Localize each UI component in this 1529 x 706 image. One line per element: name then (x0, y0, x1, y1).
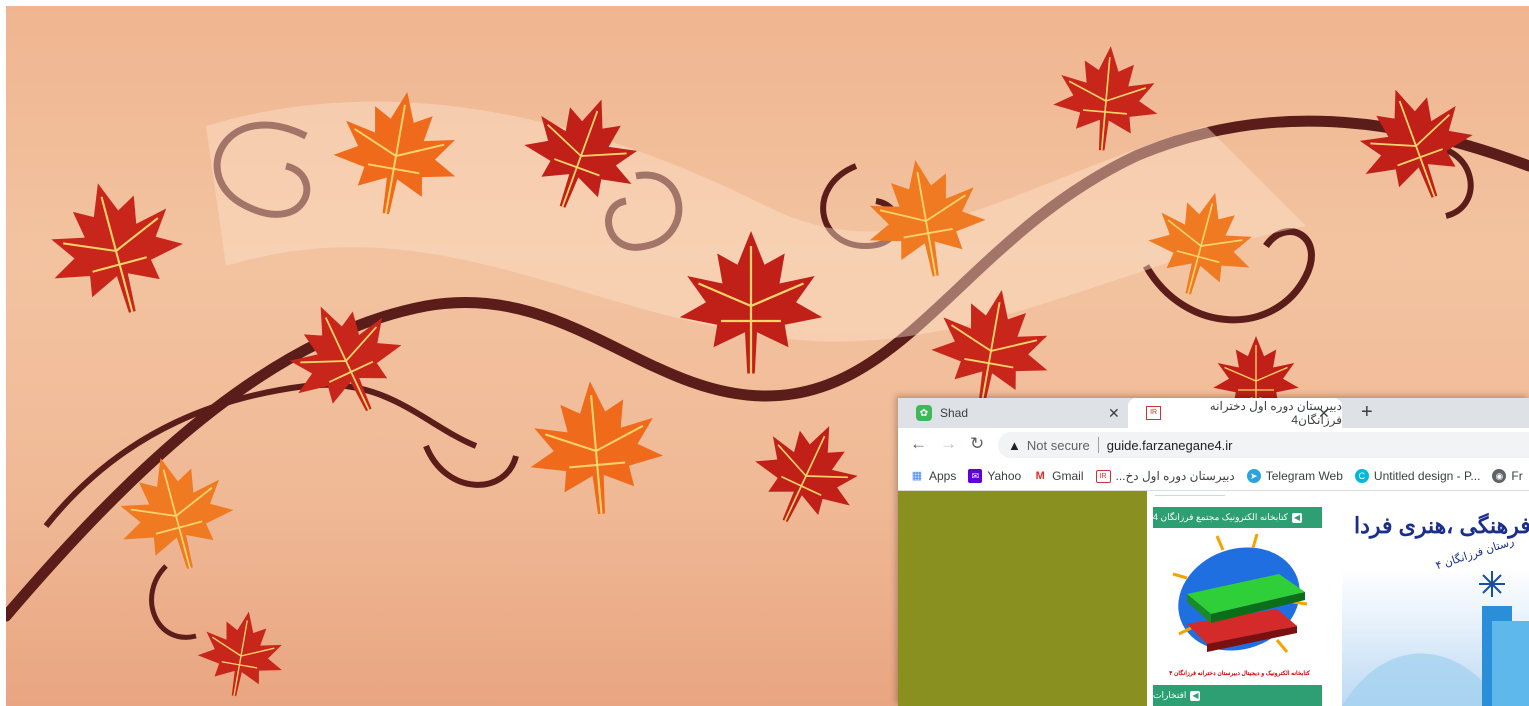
honors-section-header[interactable]: ◀ افتخارات (1153, 685, 1322, 706)
bookmark-apps[interactable]: ▦ Apps (910, 469, 957, 483)
apps-grid-icon: ▦ (911, 470, 923, 482)
bookmark-label: Apps (929, 469, 957, 483)
bookmark-label: Untitled design - P... (1373, 469, 1481, 483)
bookmark-telegram[interactable]: ➤ Telegram Web (1246, 469, 1343, 483)
warning-triangle-icon[interactable]: ▲ (1008, 438, 1021, 453)
back-arrow-icon[interactable]: ← (910, 434, 927, 454)
maple-leaf-icon (530, 381, 664, 515)
browser-toolbar: ← → ↻ ▲ Not secure guide.farzanegane4.ir (898, 428, 1529, 462)
maple-leaf-icon (51, 183, 183, 313)
url-text[interactable]: guide.farzanegane4.ir (1107, 438, 1233, 453)
bookmarks-bar: ▦ Apps ✉ Yahoo M Gmail IR دبیرستان دوره … (898, 462, 1529, 491)
arrow-left-icon: ◀ (1190, 690, 1201, 701)
bookmark-label: Fr (1511, 469, 1523, 483)
bookmark-label: Gmail (1052, 469, 1084, 483)
tab-title: دبیرستان دوره اول دخترانه فرزانگان4 (1209, 399, 1342, 427)
maple-leaf-icon (120, 458, 234, 569)
telegram-icon: ➤ (1246, 469, 1261, 483)
site-sidebar: ◀ کتابخانه الکترونیک مجتمع فرزانگان 4 کت… (1153, 491, 1322, 706)
bookmark-label: Telegram Web (1265, 469, 1343, 483)
page-content: ◀ کتابخانه الکترونیک مجتمع فرزانگان 4 کت… (898, 491, 1529, 706)
canva-icon: C (1354, 469, 1369, 483)
bookmark-untitled-design[interactable]: C Untitled design - P... (1354, 469, 1481, 483)
library-image-link[interactable]: کتابخانه الکترونیک و دیجیتال دبیرستان دخ… (1167, 533, 1312, 679)
site-ir-icon: IR (1095, 469, 1111, 483)
security-status[interactable]: Not secure (1027, 438, 1090, 453)
omnibox-divider (1097, 437, 1099, 453)
honors-header-label: افتخارات (1153, 690, 1187, 700)
shad-favicon-icon: ✿ (916, 405, 932, 421)
globe-icon: ◉ (1492, 469, 1507, 483)
maple-leaf-icon (1053, 46, 1158, 151)
tab-title: Shad (940, 406, 969, 420)
site-ir-favicon-icon: IR (1146, 406, 1162, 420)
reload-icon[interactable]: ↻ (970, 434, 984, 454)
bookmark-farzanegan[interactable]: IR دبیرستان دوره اول دخ... (1095, 469, 1235, 483)
site-banner: قات فرهنگی ،هنری فردا رستان فرزانگان ۴ (1342, 491, 1529, 706)
books-illustration-icon (1172, 533, 1308, 653)
library-section-header[interactable]: ◀ کتابخانه الکترونیک مجتمع فرزانگان 4 (1153, 507, 1322, 528)
maple-leaf-icon (197, 611, 282, 697)
forward-arrow-icon[interactable]: → (940, 434, 957, 454)
olive-panel (898, 491, 1147, 706)
banner-decoration-icon (1342, 571, 1529, 706)
new-tab-plus-icon[interactable]: + (1361, 401, 1373, 424)
tab-strip: ✿ Shad ✕ ✕ IR دبیرستان دوره اول دخترانه … (898, 398, 1529, 428)
tab-shad[interactable]: ✿ Shad ✕ (898, 398, 1126, 428)
sidebar-divider (1155, 491, 1225, 496)
bookmark-gmail[interactable]: M Gmail (1033, 469, 1084, 483)
library-caption: کتابخانه الکترونیک و دیجیتال دبیرستان دخ… (1169, 671, 1310, 677)
yahoo-mail-icon: ✉ (968, 469, 983, 483)
browser-window: ✿ Shad ✕ ✕ IR دبیرستان دوره اول دخترانه … (898, 398, 1529, 706)
tab-farzanegan[interactable]: ✕ IR دبیرستان دوره اول دخترانه فرزانگان4 (1128, 398, 1342, 428)
gmail-icon: M (1035, 470, 1045, 482)
bookmark-fr[interactable]: ◉ Fr (1492, 469, 1523, 483)
bookmark-yahoo[interactable]: ✉ Yahoo (968, 469, 1021, 483)
arrow-left-icon: ◀ (1291, 512, 1302, 523)
bookmark-label: Yahoo (987, 469, 1022, 483)
bookmark-label: دبیرستان دوره اول دخ... (1115, 469, 1235, 483)
library-header-label: کتابخانه الکترونیک مجتمع فرزانگان 4 (1153, 512, 1288, 522)
maple-leaf-icon (755, 426, 858, 523)
address-bar[interactable]: ▲ Not secure guide.farzanegane4.ir (998, 432, 1529, 458)
close-icon[interactable]: ✕ (1108, 405, 1120, 422)
